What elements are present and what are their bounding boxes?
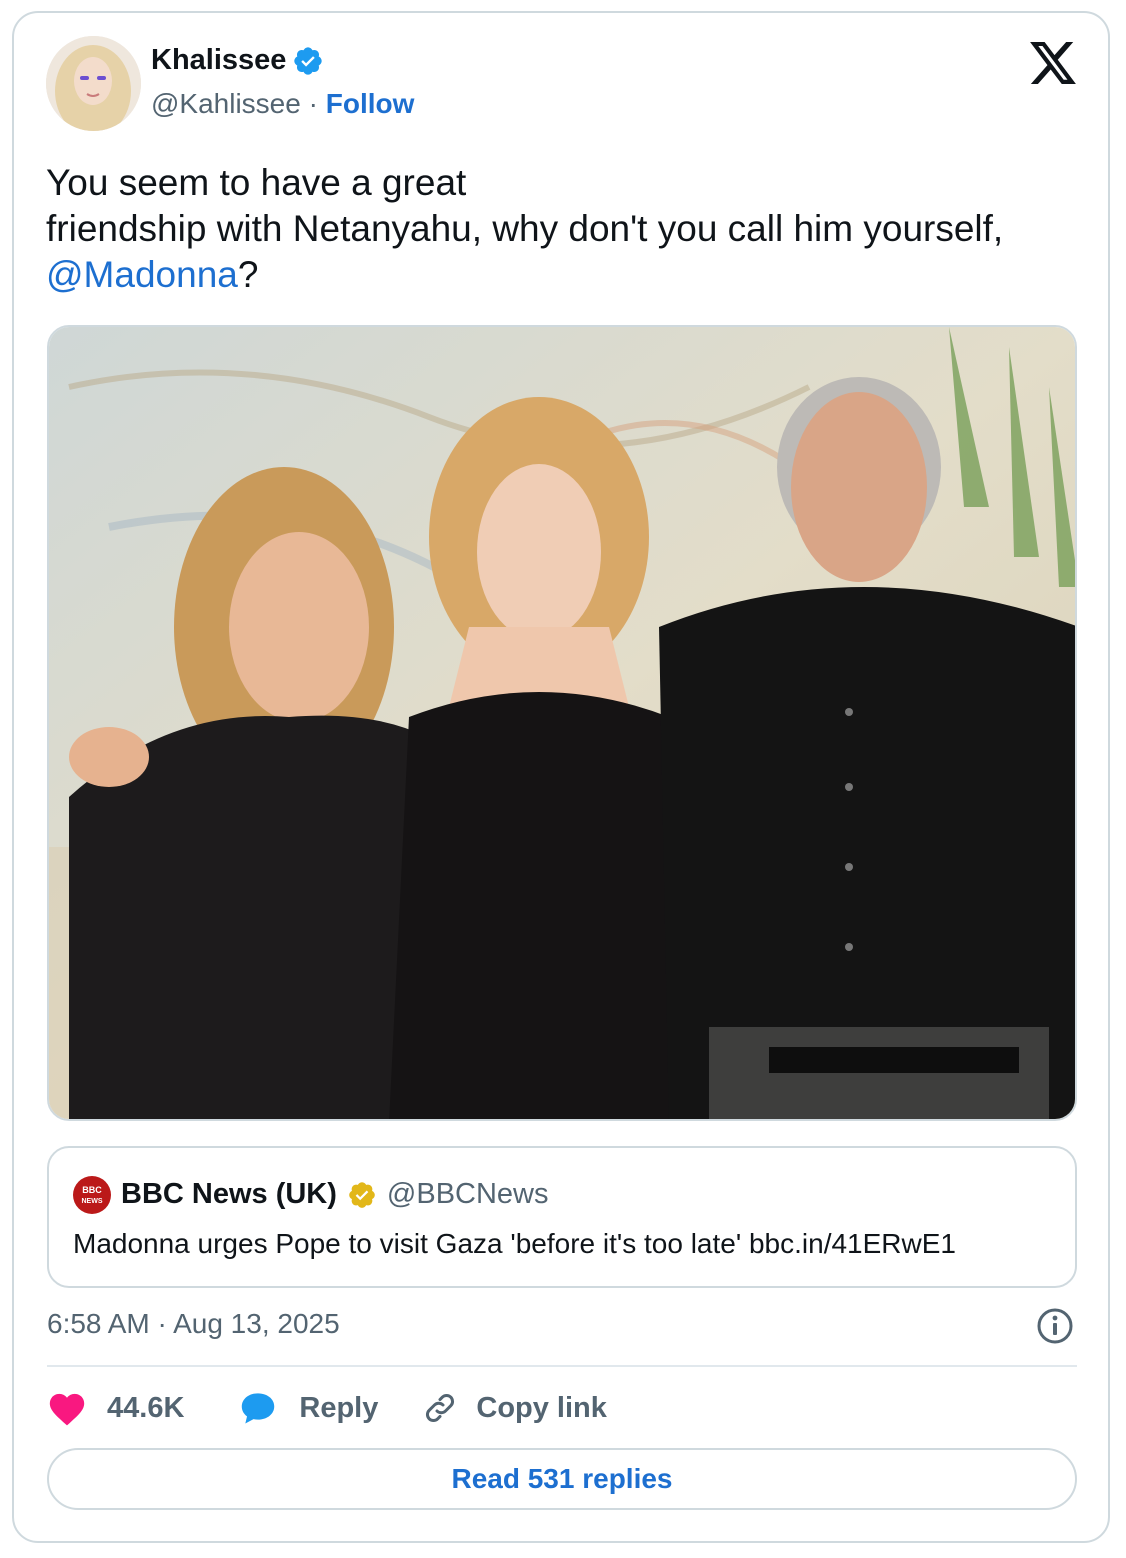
quoted-author-handle[interactable]: @BBCNews bbox=[387, 1178, 549, 1211]
info-icon[interactable] bbox=[1036, 1307, 1074, 1345]
heart-icon bbox=[49, 1393, 85, 1426]
tweet-text-end: ? bbox=[237, 254, 259, 295]
mention-link[interactable]: @Madonna bbox=[46, 254, 238, 295]
avatar[interactable] bbox=[46, 36, 141, 131]
author-name[interactable]: Khalissee bbox=[151, 44, 324, 77]
reply-bubble-icon bbox=[242, 1393, 275, 1424]
reply-label: Reply bbox=[299, 1391, 379, 1424]
author-handle[interactable]: @Kahlissee bbox=[151, 88, 301, 119]
quoted-author-name[interactable]: BBC News (UK) bbox=[121, 1178, 337, 1211]
quoted-tweet-text: Madonna urges Pope to visit Gaza 'before… bbox=[73, 1228, 956, 1259]
tweet-text-line-3: @Madonna? bbox=[46, 252, 1086, 298]
reply-button[interactable]: Reply bbox=[239, 1391, 378, 1425]
copy-link-button[interactable]: Copy link bbox=[422, 1390, 607, 1426]
quoted-author[interactable]: BBC News (UK) @BBCNews bbox=[121, 1178, 549, 1211]
tweet-text: You seem to have a great friendship with… bbox=[46, 160, 1086, 298]
svg-text:BBC: BBC bbox=[82, 1185, 102, 1195]
bbc-news-logo: BBC NEWS bbox=[73, 1176, 111, 1214]
read-replies-button[interactable]: Read 531 replies bbox=[47, 1448, 1077, 1510]
likes-count: 44.6K bbox=[107, 1391, 185, 1424]
tweet-text-line-2: friendship with Netanyahu, why don't you… bbox=[46, 208, 1004, 249]
handle-line: @Kahlissee · Follow bbox=[151, 88, 414, 120]
follow-button[interactable]: Follow bbox=[326, 88, 415, 119]
like-button[interactable]: 44.6K bbox=[47, 1390, 184, 1426]
copy-link-label: Copy link bbox=[476, 1391, 607, 1424]
action-bar: 44.6K Reply Copy link bbox=[47, 1385, 607, 1431]
author-name-text[interactable]: Khalissee bbox=[151, 44, 286, 77]
separator-dot: · bbox=[308, 88, 318, 119]
gold-verified-badge-icon bbox=[349, 1181, 375, 1208]
divider bbox=[47, 1365, 1077, 1367]
quoted-tweet[interactable]: BBC NEWS BBC News (UK) @BBCNews Madonna … bbox=[47, 1146, 1077, 1288]
tweet-photo[interactable] bbox=[47, 325, 1077, 1121]
verified-badge-icon bbox=[294, 46, 323, 75]
timestamp[interactable]: 6:58 AM · Aug 13, 2025 bbox=[47, 1308, 340, 1340]
link-icon bbox=[426, 1394, 455, 1422]
x-logo-icon[interactable] bbox=[1030, 42, 1076, 84]
svg-text:NEWS: NEWS bbox=[82, 1198, 103, 1205]
tweet-text-line-1: You seem to have a great bbox=[46, 162, 467, 203]
